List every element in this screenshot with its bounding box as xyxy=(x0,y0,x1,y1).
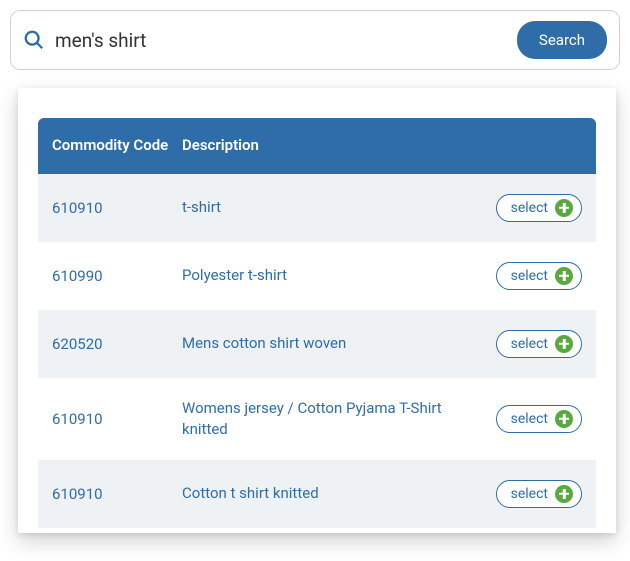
commodity-code: 610910 xyxy=(52,485,182,503)
table-row: 610910Womens jersey / Cotton Pyjama T-Sh… xyxy=(38,378,596,460)
commodity-description: Mens cotton shirt woven xyxy=(182,333,482,354)
select-button-label: select xyxy=(511,200,548,216)
select-button[interactable]: select xyxy=(496,480,582,508)
select-button[interactable]: select xyxy=(496,330,582,358)
action-cell: select xyxy=(482,330,582,358)
header-description: Description xyxy=(182,136,582,156)
select-button-label: select xyxy=(511,411,548,427)
plus-icon xyxy=(555,485,573,503)
action-cell: select xyxy=(482,405,582,433)
plus-icon xyxy=(555,335,573,353)
action-cell: select xyxy=(482,262,582,290)
search-input[interactable] xyxy=(55,29,507,52)
commodity-description: Womens jersey / Cotton Pyjama T-Shirt kn… xyxy=(182,398,482,440)
plus-icon xyxy=(555,199,573,217)
action-cell: select xyxy=(482,480,582,508)
commodity-code: 610990 xyxy=(52,267,182,285)
select-button-label: select xyxy=(511,336,548,352)
header-commodity-code: Commodity Code xyxy=(52,136,182,156)
select-button-label: select xyxy=(511,268,548,284)
commodity-description: Cotton t shirt knitted xyxy=(182,483,482,504)
table-row: 611020hoodieselect xyxy=(38,528,596,534)
action-cell: select xyxy=(482,194,582,222)
select-button-label: select xyxy=(511,486,548,502)
plus-icon xyxy=(555,410,573,428)
table-header: Commodity Code Description xyxy=(38,118,596,174)
commodity-description: t-shirt xyxy=(182,197,482,218)
table-row: 610910Cotton t shirt knitted select xyxy=(38,460,596,528)
results-panel: Commodity Code Description 610910t-shirt… xyxy=(18,88,616,533)
commodity-code: 620520 xyxy=(52,335,182,353)
table-row: 620520Mens cotton shirt woven select xyxy=(38,310,596,378)
select-button[interactable]: select xyxy=(496,262,582,290)
commodity-description: Polyester t-shirt xyxy=(182,265,482,286)
commodity-code: 610910 xyxy=(52,199,182,217)
search-icon xyxy=(23,29,45,51)
results-table: Commodity Code Description 610910t-shirt… xyxy=(38,118,596,533)
search-bar: Search xyxy=(10,10,620,70)
table-row: 610990Polyester t-shirt select xyxy=(38,242,596,310)
select-button[interactable]: select xyxy=(496,194,582,222)
plus-icon xyxy=(555,267,573,285)
table-row: 610910t-shirt select xyxy=(38,174,596,242)
commodity-code: 610910 xyxy=(52,410,182,428)
search-button[interactable]: Search xyxy=(517,21,607,59)
select-button[interactable]: select xyxy=(496,405,582,433)
